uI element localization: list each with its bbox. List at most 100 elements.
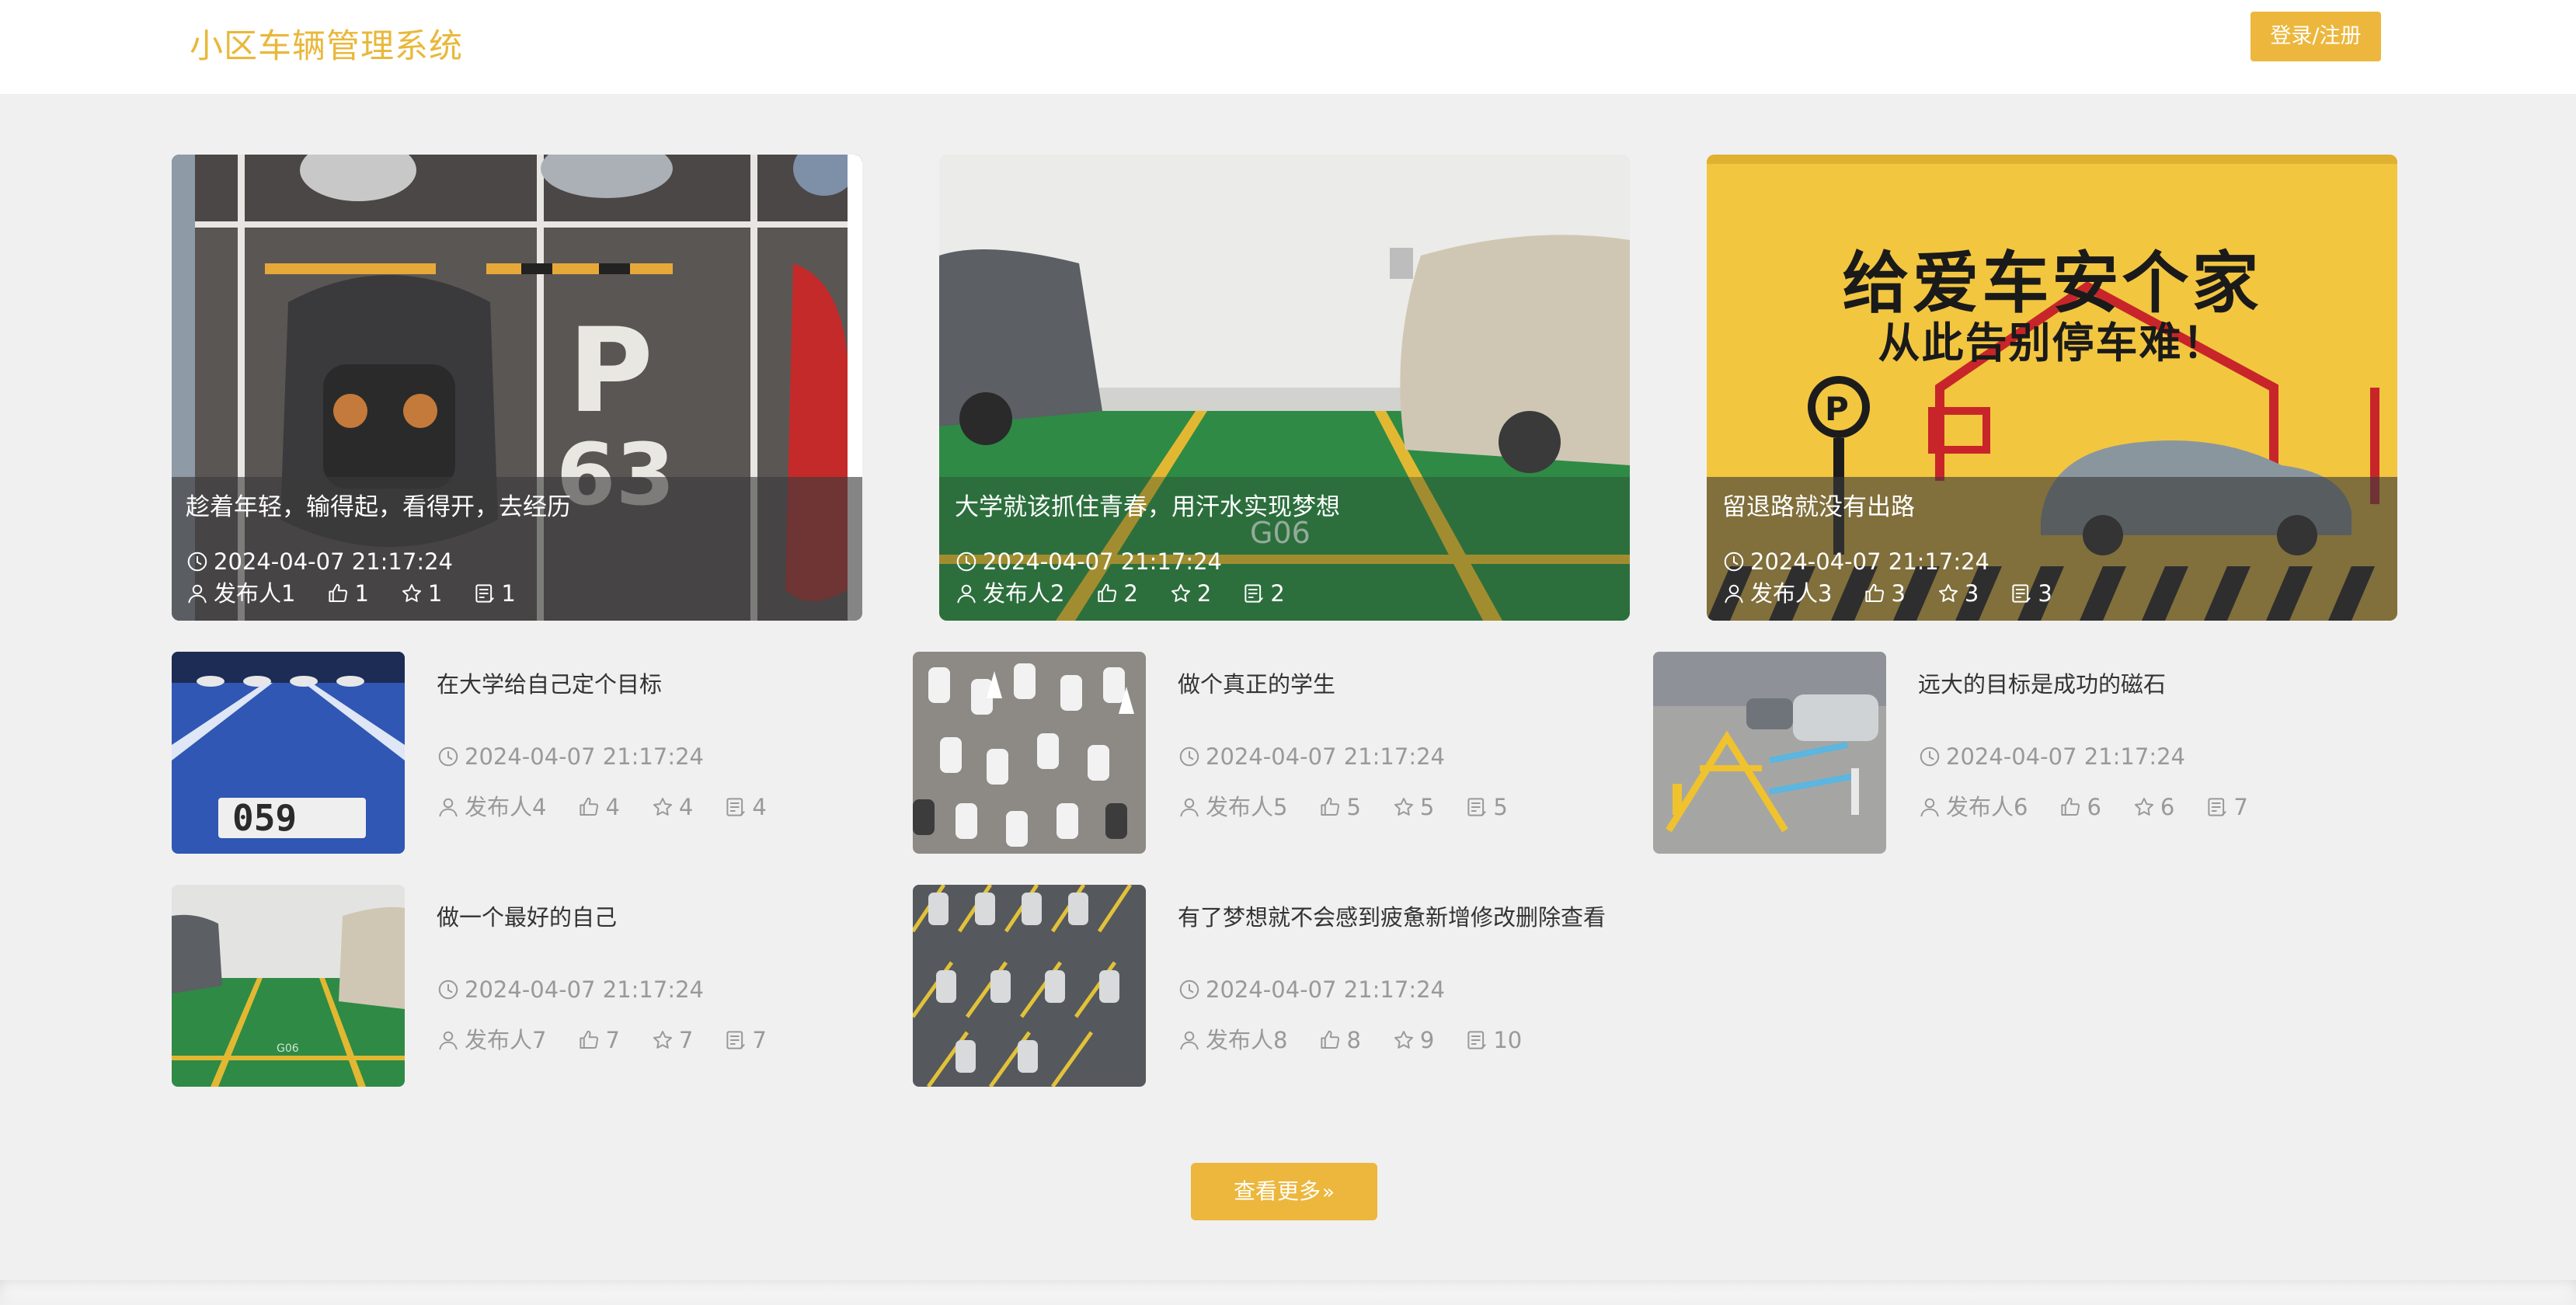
- favorite-count: 9: [1419, 1027, 1435, 1053]
- double-chevron-right-icon: »: [1322, 1181, 1335, 1204]
- top-navbar: 小区车辆管理系统 登录/注册: [0, 0, 2576, 94]
- comment-icon: [1465, 795, 1488, 819]
- like-count: 5: [1346, 794, 1361, 820]
- list-item[interactable]: G06 做一个最好的自己 2024-04-07 21:17:24 发布人7 7 …: [172, 885, 910, 1087]
- item-title[interactable]: 在大学给自己定个目标: [437, 666, 903, 703]
- featured-card-2[interactable]: G06 大学就该抓住青春，用汗水实现梦想 2024-04-07 21:17:24…: [939, 155, 1630, 621]
- item-title[interactable]: 做个真正的学生: [1178, 666, 1644, 703]
- svg-text:G06: G06: [277, 1042, 299, 1055]
- user-icon: [186, 582, 209, 605]
- thumbs-up-icon: [2059, 795, 2082, 819]
- like-count: 6: [2087, 794, 2101, 820]
- featured-meta: 发布人3 3 3 3: [1722, 578, 2083, 609]
- clock-icon: [1178, 745, 1201, 768]
- item-meta: 发布人5 5 5 5: [1178, 792, 1539, 823]
- thumbs-up-icon: [1095, 582, 1119, 605]
- list-item[interactable]: 做个真正的学生 2024-04-07 21:17:24 发布人5 5 5 5: [913, 652, 1651, 854]
- item-date: 2024-04-07 21:17:24: [437, 741, 704, 772]
- list-item[interactable]: 远大的目标是成功的磁石 2024-04-07 21:17:24 发布人6 6 6…: [1653, 652, 2391, 854]
- comment-icon: [1242, 582, 1265, 605]
- item-date-text: 2024-04-07 21:17:24: [1206, 976, 1445, 1003]
- item-thumbnail-blue-parking: 059: [172, 652, 405, 854]
- star-icon: [400, 582, 423, 605]
- clock-icon: [1918, 745, 1941, 768]
- user-icon: [437, 1028, 460, 1052]
- thumbs-up-icon: [577, 795, 600, 819]
- favorite-count: 4: [678, 794, 694, 820]
- favorite-count: 6: [2160, 794, 2175, 820]
- clock-icon: [955, 550, 978, 573]
- author-name: 发布人5: [1206, 794, 1288, 820]
- comment-count: 5: [1493, 794, 1508, 820]
- view-more-button[interactable]: 查看更多»: [1191, 1163, 1377, 1220]
- featured-date-text: 2024-04-07 21:17:24: [214, 548, 453, 575]
- favorite-count: 1: [427, 580, 443, 607]
- item-title[interactable]: 有了梦想就不会感到疲惫新增修改删除查看: [1178, 899, 1644, 936]
- list-item[interactable]: 有了梦想就不会感到疲惫新增修改删除查看 2024-04-07 21:17:24 …: [913, 885, 1651, 1087]
- author-name: 发布人8: [1206, 1027, 1288, 1053]
- item-thumbnail-diagonal-parking: [913, 885, 1146, 1087]
- comment-icon: [724, 1028, 747, 1052]
- author-name: 发布人1: [214, 580, 296, 607]
- featured-date-text: 2024-04-07 21:17:24: [1750, 548, 1989, 575]
- featured-date: 2024-04-07 21:17:24: [1722, 546, 1989, 577]
- svg-text:P: P: [568, 304, 653, 439]
- thumbs-up-icon: [326, 582, 350, 605]
- clock-icon: [186, 550, 209, 573]
- star-icon: [651, 795, 674, 819]
- featured-title[interactable]: 留退路就没有出路: [1722, 490, 1915, 524]
- item-date: 2024-04-07 21:17:24: [1178, 974, 1445, 1005]
- item-thumbnail-parking-lot-aerial: [913, 652, 1146, 854]
- login-register-button[interactable]: 登录/注册: [2251, 12, 2381, 61]
- clock-icon: [1178, 978, 1201, 1001]
- view-more-label: 查看更多: [1234, 1178, 1321, 1204]
- comment-icon: [2010, 582, 2033, 605]
- clock-icon: [437, 745, 460, 768]
- featured-date: 2024-04-07 21:17:24: [955, 546, 1222, 577]
- footer-edge: [0, 1280, 2576, 1305]
- user-icon: [1178, 1028, 1201, 1052]
- featured-date-text: 2024-04-07 21:17:24: [983, 548, 1222, 575]
- site-brand-title[interactable]: 小区车辆管理系统: [190, 22, 463, 71]
- featured-date: 2024-04-07 21:17:24: [186, 546, 453, 577]
- item-meta: 发布人6 6 6 7: [1918, 792, 2279, 823]
- featured-meta: 发布人2 2 2 2: [955, 578, 1316, 609]
- clock-icon: [437, 978, 460, 1001]
- comment-count: 2: [1270, 580, 1285, 607]
- thumbs-up-icon: [577, 1028, 600, 1052]
- item-date: 2024-04-07 21:17:24: [1178, 741, 1445, 772]
- comment-icon: [1465, 1028, 1488, 1052]
- author-name: 发布人2: [983, 580, 1065, 607]
- author-name: 发布人6: [1946, 794, 2028, 820]
- featured-title[interactable]: 趁着年轻，输得起，看得开，去经历: [186, 490, 571, 524]
- clock-icon: [1722, 550, 1746, 573]
- item-title[interactable]: 远大的目标是成功的磁石: [1918, 666, 2384, 703]
- comment-count: 10: [1493, 1027, 1523, 1053]
- comment-count: 7: [752, 1027, 767, 1053]
- like-count: 2: [1123, 580, 1138, 607]
- featured-card-3[interactable]: P 给爱车安个家 从此告别停车难！ 留退路就没有出路 2024-04-07 21…: [1707, 155, 2397, 621]
- star-icon: [1392, 1028, 1415, 1052]
- item-date-text: 2024-04-07 21:17:24: [1206, 743, 1445, 770]
- star-icon: [1169, 582, 1192, 605]
- item-date-text: 2024-04-07 21:17:24: [465, 743, 704, 770]
- comment-icon: [2205, 795, 2229, 819]
- comment-count: 7: [2233, 794, 2248, 820]
- star-icon: [651, 1028, 674, 1052]
- item-thumbnail-yellow-markings: [1653, 652, 1886, 854]
- comment-icon: [724, 795, 747, 819]
- favorite-count: 7: [678, 1027, 694, 1053]
- like-count: 3: [1891, 580, 1906, 607]
- item-meta: 发布人4 4 4 4: [437, 792, 798, 823]
- user-icon: [1918, 795, 1941, 819]
- item-title[interactable]: 做一个最好的自己: [437, 899, 903, 936]
- featured-title[interactable]: 大学就该抓住青春，用汗水实现梦想: [955, 490, 1340, 524]
- list-item[interactable]: 059 在大学给自己定个目标 2024-04-07 21:17:24 发布人4 …: [172, 652, 910, 854]
- item-meta: 发布人8 8 9 10: [1178, 1025, 1553, 1056]
- thumbs-up-icon: [1863, 582, 1886, 605]
- like-count: 8: [1346, 1027, 1361, 1053]
- like-count: 7: [605, 1027, 620, 1053]
- featured-card-1[interactable]: P 63 趁着年轻，输得起，看得开，去经历 2024-04-07 21:17:2…: [172, 155, 862, 621]
- favorite-count: 2: [1196, 580, 1212, 607]
- star-icon: [1392, 795, 1415, 819]
